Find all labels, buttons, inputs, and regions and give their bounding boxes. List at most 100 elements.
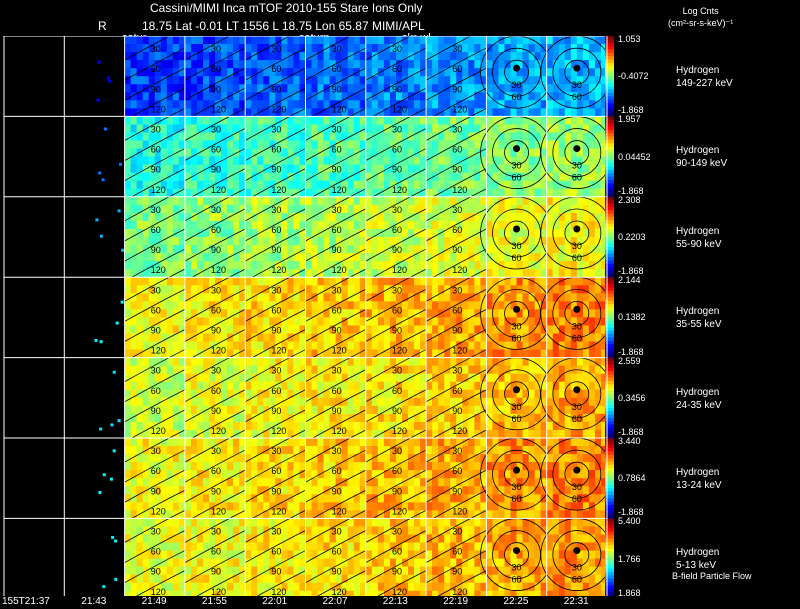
image-pixel: [365, 84, 373, 93]
image-pixel: [462, 309, 469, 318]
image-pixel: [486, 84, 493, 93]
image-pixel: [124, 36, 131, 45]
image-pixel: [347, 405, 355, 415]
image-pixel: [353, 76, 361, 85]
image-pixel: [305, 357, 312, 366]
image-pixel: [130, 261, 137, 270]
image-pixel: [401, 285, 409, 294]
image-pixel: [311, 36, 318, 45]
image-pixel: [347, 373, 355, 383]
image-pixel: [546, 269, 554, 278]
image-pixel: [190, 502, 198, 511]
image-pixel: [359, 140, 367, 149]
image-pixel: [190, 325, 198, 334]
contour-label: 30: [271, 366, 281, 376]
image-pixel: [184, 341, 192, 350]
image-pixel: [534, 293, 541, 302]
image-pixel: [377, 204, 385, 214]
image-pixel: [420, 220, 427, 230]
contour-label: 30: [572, 402, 582, 412]
image-pixel: [564, 188, 572, 198]
image-pixel: [432, 156, 439, 165]
image-pixel: [426, 220, 433, 230]
image-pixel: [257, 188, 264, 198]
image-pixel: [178, 381, 186, 391]
image-pixel: [251, 381, 258, 391]
image-pixel: [184, 285, 192, 294]
image-pixel: [317, 478, 324, 487]
image-pixel: [166, 333, 174, 342]
colorbar-segment: [605, 417, 614, 422]
image-pixel: [196, 261, 204, 270]
image-panel: 306090120: [184, 349, 246, 443]
image-pixel: [486, 196, 493, 206]
image-pixel: [287, 413, 294, 423]
colorbar-segment: [605, 62, 614, 67]
image-pixel: [178, 462, 186, 471]
image-pixel: [323, 317, 330, 326]
image-pixel: [136, 188, 143, 198]
colorbar-segment: [605, 96, 614, 100]
image-pixel: [190, 421, 198, 431]
image-pixel: [504, 84, 511, 93]
contour-label: 30: [572, 80, 582, 90]
image-pixel: [359, 92, 367, 101]
image-pixel: [317, 405, 324, 415]
image-pixel: [474, 196, 481, 206]
image-pixel: [474, 357, 481, 366]
image-pixel: [305, 502, 312, 511]
image-pixel: [227, 438, 234, 447]
image-pixel: [227, 462, 234, 471]
image-pixel: [311, 405, 318, 415]
image-pixel: [317, 220, 324, 230]
image-pixel: [227, 116, 234, 125]
image-pixel: [420, 261, 427, 270]
image-pixel: [504, 325, 511, 334]
image-pixel: [221, 462, 228, 471]
image-pixel: [510, 116, 517, 125]
image-pixel: [552, 68, 560, 77]
image-pixel: [468, 204, 475, 214]
image-pixel: [377, 180, 385, 190]
image-pixel: [353, 36, 361, 45]
image-pixel: [160, 220, 168, 230]
image-pixel: [426, 269, 433, 278]
colorbar-segment: [605, 156, 614, 161]
image-pixel: [323, 494, 330, 503]
image-pixel: [299, 462, 306, 471]
image-pixel: [486, 140, 493, 149]
image-pixel: [166, 397, 174, 407]
image-pixel: [401, 140, 409, 149]
image-pixel: [233, 341, 240, 350]
image-pixel: [353, 116, 361, 125]
image-pixel: [251, 164, 258, 173]
image-pixel: [293, 76, 300, 85]
image-pixel: [251, 84, 258, 93]
image-pixel: [486, 397, 493, 407]
contour-label: 60: [271, 64, 281, 74]
image-pixel: [287, 389, 294, 399]
image-pixel: [172, 301, 180, 310]
image-pixel: [317, 470, 324, 479]
contour-label: 30: [271, 285, 281, 295]
image-pixel: [552, 228, 560, 238]
image-pixel: [263, 52, 270, 61]
image-pixel: [130, 365, 137, 374]
image-pixel: [251, 397, 258, 407]
image-pixel: [299, 454, 306, 463]
image-pixel: [498, 341, 505, 350]
image-pixel: [408, 429, 415, 439]
image-pixel: [444, 413, 451, 423]
contour-label: 30: [392, 44, 402, 54]
image-pixel: [311, 60, 318, 69]
image-pixel: [377, 421, 385, 431]
image-pixel: [420, 172, 427, 182]
image-pixel: [546, 293, 554, 302]
image-pixel: [359, 261, 367, 270]
image-pixel: [462, 68, 469, 77]
image-pixel: [492, 365, 499, 374]
image-pixel: [438, 325, 445, 334]
image-pixel: [359, 132, 367, 141]
image-pixel: [408, 333, 415, 342]
image-pixel: [178, 357, 186, 366]
